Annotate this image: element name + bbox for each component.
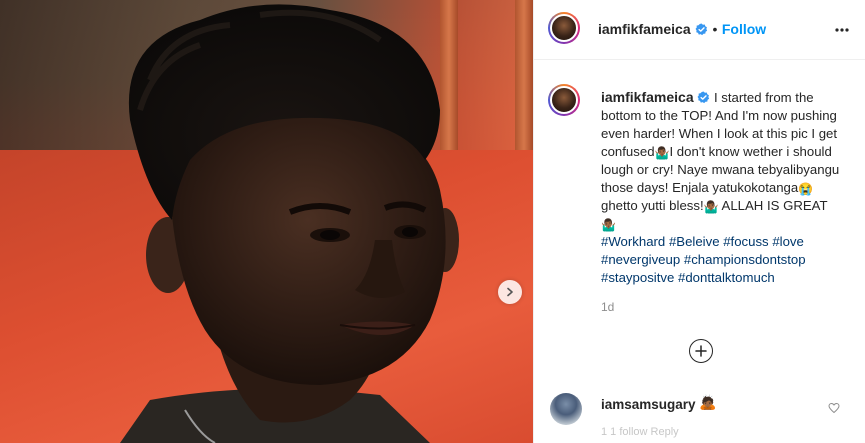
hashtag-list: #Workhard #Beleive #focuss #love #neverg… [601, 234, 806, 285]
post-header: iamfikfameica • Follow [534, 0, 865, 60]
post-caption: iamfikfameica I started from the bottom … [601, 88, 841, 287]
heart-icon[interactable] [828, 402, 840, 414]
shrug-emoji: 🤷🏾‍♂️ [601, 218, 616, 232]
chevron-right-icon [507, 287, 513, 297]
hashtag-link[interactable]: #focuss [723, 234, 768, 249]
hashtag-link[interactable]: #Beleive [669, 234, 720, 249]
verified-badge-icon [697, 91, 710, 104]
load-more-comments-button[interactable] [689, 339, 713, 363]
post-detail-panel: iamfikfameica • Follow iamfikfameica I s… [533, 0, 865, 443]
author-avatar[interactable] [548, 12, 580, 44]
comment-meta: 1 1 follow Reply [601, 426, 679, 438]
post-timestamp[interactable]: 1d [601, 300, 614, 314]
hashtag-link[interactable]: #love [772, 234, 804, 249]
caption-body: I started from the bottom to the TOP! An… [601, 90, 839, 231]
caption-author-username[interactable]: iamfikfameica [601, 89, 694, 105]
post-photo [0, 0, 533, 443]
caption-text: ghetto yutti bless! [601, 198, 704, 213]
hashtag-link[interactable]: #donttalktomuch [678, 270, 775, 285]
more-horizontal-icon[interactable] [834, 22, 850, 38]
caption-text: ALLAH IS GREAT [718, 198, 828, 213]
verified-badge-icon [695, 23, 708, 36]
separator-dot: • [712, 21, 718, 37]
comment-emoji: 🙇🏾 [699, 394, 717, 410]
shrug-emoji: 🤷🏾‍♂️ [654, 146, 670, 160]
hashtag-link[interactable]: #nevergiveup [601, 252, 680, 267]
author-username[interactable]: iamfikfameica [598, 21, 691, 37]
caption-author-avatar[interactable] [548, 84, 580, 116]
commenter-avatar[interactable] [550, 393, 582, 425]
author-line: iamfikfameica • Follow [598, 21, 766, 39]
follow-button[interactable]: Follow [722, 21, 766, 37]
hashtag-link[interactable]: #staypositve [601, 270, 674, 285]
shrug-emoji: 🤷🏾‍♂️ [703, 200, 719, 214]
plus-circle-icon [695, 345, 707, 357]
portrait-figure [120, 4, 459, 443]
hashtag-link[interactable]: #Workhard [601, 234, 665, 249]
hashtag-link[interactable]: #championsdontstop [684, 252, 806, 267]
carousel-next-button[interactable] [498, 280, 522, 304]
crying-emoji: 😭 [798, 182, 814, 196]
commenter-username[interactable]: iamsamsugary [601, 397, 696, 412]
